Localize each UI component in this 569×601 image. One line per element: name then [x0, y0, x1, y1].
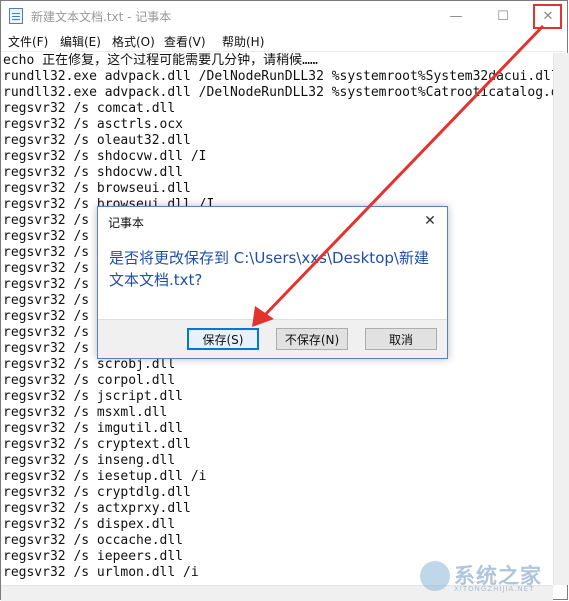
- text-line: regsvr32 /s iepeers.dll: [3, 549, 184, 564]
- text-line: regsvr32 /s corpol.dll: [3, 373, 176, 388]
- cancel-button[interactable]: 取消: [365, 328, 437, 350]
- menu-view[interactable]: 查看(V): [164, 33, 206, 50]
- dialog-message: 是否将更改保存到 C:\Users\xxs\Desktop\新建文本文档.txt…: [109, 249, 429, 289]
- dialog-title: 记事本: [108, 216, 145, 230]
- text-line: regsvr32 /s msxml.dll: [3, 405, 168, 420]
- text-line: regsvr32 /s inseng.dll: [3, 453, 176, 468]
- text-line: regsvr32 /s: [3, 229, 90, 244]
- text-line: regsvr32 /s cryptext.dll: [3, 437, 191, 452]
- dont-save-button[interactable]: 不保存(N): [276, 328, 348, 350]
- text-line: regsvr32 /s shdocvw.dll: [3, 165, 184, 180]
- dialog-button-bar: 保存(S) 不保存(N) 取消: [98, 319, 447, 358]
- vertical-scrollbar[interactable]: [553, 53, 569, 585]
- text-line: rundll32.exe advpack.dll /DelNodeRunDLL3…: [3, 85, 553, 100]
- save-changes-dialog: 记事本 ✕ 是否将更改保存到 C:\Users\xxs\Desktop\新建文本…: [97, 206, 448, 359]
- text-line: regsvr32 /s oleaut32.dll: [3, 133, 191, 148]
- text-line: regsvr32 /s urlmon.dll /i: [3, 565, 199, 580]
- menu-format[interactable]: 格式(O): [112, 33, 155, 50]
- text-line: regsvr32 /s: [3, 277, 90, 292]
- text-line: regsvr32 /s iesetup.dll /i: [3, 469, 207, 484]
- text-line: regsvr32 /s: [3, 213, 90, 228]
- window-title: 新建文本文档.txt - 记事本: [31, 10, 172, 24]
- text-line: regsvr32 /s comcat.dll: [3, 101, 176, 116]
- text-line: regsvr32 /s browseui.dll: [3, 181, 191, 196]
- text-line: regsvr32 /s: [3, 325, 90, 340]
- text-line: regsvr32 /s actxprxy.dll: [3, 501, 191, 516]
- text-line: regsvr32 /s: [3, 309, 90, 324]
- text-line: regsvr32 /s scrobj.dll: [3, 357, 176, 372]
- text-line: rundll32.exe advpack.dll /DelNodeRunDLL3…: [3, 69, 553, 84]
- text-line: regsvr32 /s occache.dll: [3, 533, 184, 548]
- text-line: regsvr32 /s cryptdlg.dll: [3, 485, 191, 500]
- text-line: regsvr32 /s: [3, 293, 90, 308]
- watermark-subtext: XITONGZHIJIA.NET: [454, 585, 535, 593]
- text-line: echo 正在修复，这个过程可能需要几分钟，请稍候……: [3, 53, 318, 68]
- menu-file[interactable]: 文件(F): [8, 33, 48, 50]
- text-line: regsvr32 /s: [3, 261, 90, 276]
- text-line: regsvr32 /s: [3, 341, 90, 356]
- menu-help[interactable]: 帮助(H): [222, 33, 264, 50]
- text-line: regsvr32 /s: [3, 245, 90, 260]
- close-button-highlight-box: [533, 4, 562, 29]
- text-line: regsvr32 /s asctrls.ocx: [3, 117, 184, 132]
- notepad-app-icon: [9, 8, 23, 24]
- save-button[interactable]: 保存(S): [187, 328, 259, 350]
- title-bar: 新建文本文档.txt - 记事本 — ☐ ✕: [1, 1, 567, 31]
- text-line: regsvr32 /s jscript.dll: [3, 389, 184, 404]
- text-line: regsvr32 /s dispex.dll: [3, 517, 176, 532]
- watermark: 系统之家 XITONGZHIJIA.NET: [420, 558, 568, 596]
- menu-bar: 文件(F) 编辑(E) 格式(O) 查看(V) 帮助(H): [1, 31, 567, 52]
- minimize-button[interactable]: —: [433, 1, 479, 31]
- dialog-close-button[interactable]: ✕: [417, 209, 443, 233]
- text-line: regsvr32 /s shdocvw.dll /I: [3, 149, 207, 164]
- maximize-button[interactable]: ☐: [480, 1, 526, 31]
- text-line: regsvr32 /s imgutil.dll: [3, 421, 184, 436]
- watermark-logo-icon: [420, 561, 450, 591]
- menu-edit[interactable]: 编辑(E): [60, 33, 101, 50]
